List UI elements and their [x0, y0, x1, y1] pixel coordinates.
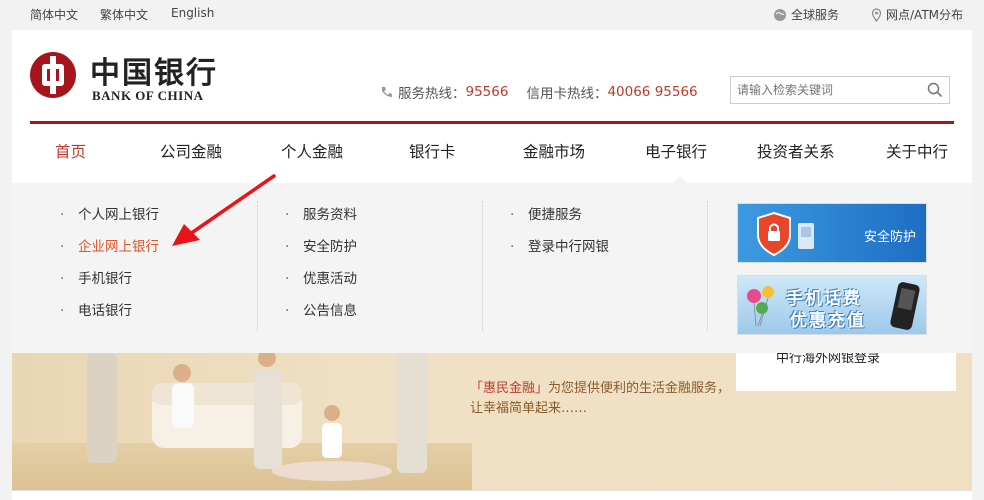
- e-banking-dropdown: 个人网上银行 企业网上银行 手机银行 电话银行 服务资料 安全防护 优惠活动 公…: [12, 183, 972, 353]
- globe-icon: [774, 8, 786, 21]
- nav-about-boc[interactable]: 关于中行: [886, 140, 948, 162]
- card-hotline-label: 信用卡热线：: [526, 86, 608, 102]
- nav-investor-relations[interactable]: 投资者关系: [757, 140, 835, 162]
- bank-logo-icon[interactable]: [30, 52, 76, 98]
- link-convenient-services[interactable]: 便捷服务: [510, 203, 609, 235]
- balloons-icon: [747, 286, 774, 327]
- branch-atm-label: 网点/ATM分布: [886, 8, 964, 22]
- nav-home[interactable]: 首页: [55, 140, 86, 162]
- top-bar: 简体中文 繁体中文 English 全球服务 网点/ATM分布: [0, 0, 984, 26]
- link-service-materials[interactable]: 服务资料: [285, 203, 357, 235]
- branch-atm-link[interactable]: 网点/ATM分布: [871, 6, 963, 23]
- global-service-link[interactable]: 全球服务: [773, 6, 839, 23]
- phone-icon: [382, 87, 392, 97]
- bottom-strip: [12, 490, 972, 500]
- lang-traditional-link[interactable]: 繁体中文: [100, 6, 148, 23]
- link-announcements[interactable]: 公告信息: [285, 299, 357, 331]
- security-banner-label: 安全防护: [863, 230, 916, 245]
- link-promotions[interactable]: 优惠活动: [285, 267, 357, 299]
- hero-slogan-rest: 为您提供便利的生活金融服务，: [548, 381, 731, 396]
- hero-slogan-highlight: 「惠民金融」: [470, 381, 549, 396]
- link-phone-banking[interactable]: 电话银行: [60, 299, 159, 331]
- family-illustration: [87, 353, 427, 481]
- security-banner[interactable]: 安全防护: [737, 203, 927, 263]
- link-login-online-banking[interactable]: 登录中行网银: [510, 235, 609, 267]
- service-hotline-label: 服务热线：: [398, 86, 466, 102]
- overseas-login-link[interactable]: 中行海外网银登录: [776, 353, 880, 366]
- site-header: 中国银行 BANK OF CHINA 服务热线： 95566 信用卡热线： 40…: [12, 30, 972, 183]
- mobile-phone-icon: [890, 282, 920, 330]
- hero-slogan-line1: 「惠民金融」为您提供便利的生活金融服务，: [470, 377, 730, 396]
- nav-corporate-finance[interactable]: 公司金融: [160, 140, 222, 162]
- link-corporate-online-banking[interactable]: 企业网上银行: [60, 235, 159, 267]
- nav-personal-finance[interactable]: 个人金融: [281, 140, 343, 162]
- nav-bank-card[interactable]: 银行卡: [409, 140, 456, 162]
- link-security-protection[interactable]: 安全防护: [285, 235, 357, 267]
- column-divider: [257, 201, 258, 331]
- overseas-login-box[interactable]: 中行海外网银登录: [736, 353, 956, 391]
- nav-financial-markets[interactable]: 金融市场: [523, 140, 585, 162]
- phone-banner-line2: 优惠充值: [790, 311, 866, 331]
- column-divider: [482, 201, 483, 331]
- global-service-label: 全球服务: [791, 8, 840, 22]
- lang-english-link[interactable]: English: [171, 6, 214, 20]
- location-pin-icon: [871, 7, 882, 22]
- dropdown-column-3: 便捷服务 登录中行网银: [510, 203, 609, 267]
- header-divider: [30, 121, 954, 124]
- shield-lock-icon: [757, 211, 814, 257]
- nav-e-banking[interactable]: 电子银行: [645, 140, 707, 162]
- nav-active-caret: [673, 176, 687, 183]
- search-input[interactable]: [737, 81, 917, 99]
- service-hotline-number: 95566: [465, 84, 509, 100]
- lang-simplified-link[interactable]: 简体中文: [30, 6, 78, 23]
- dropdown-column-2: 服务资料 安全防护 优惠活动 公告信息: [285, 203, 357, 331]
- logo-chinese-text: 中国银行: [90, 56, 218, 91]
- phone-recharge-banner[interactable]: 手机话费 优惠充值: [737, 275, 927, 335]
- link-personal-online-banking[interactable]: 个人网上银行: [60, 203, 159, 235]
- hero-slogan-line2: 让幸福简单起来……: [470, 401, 588, 416]
- search-icon[interactable]: [927, 82, 943, 98]
- main-nav: 首页 公司金融 个人金融 银行卡 金融市场 电子银行 投资者关系 关于中行: [12, 136, 972, 183]
- hero-banner[interactable]: 「惠民金融」为您提供便利的生活金融服务， 让幸福简单起来…… 中行海外网银登录: [12, 353, 972, 490]
- card-hotline-number: 40066 95566: [607, 84, 698, 100]
- hotline-info: 服务热线： 95566 信用卡热线： 40066 95566: [380, 82, 716, 102]
- logo-english-text: BANK OF CHINA: [92, 88, 204, 103]
- search-box: [730, 76, 950, 104]
- link-mobile-banking[interactable]: 手机银行: [60, 267, 159, 299]
- column-divider: [707, 201, 708, 331]
- dropdown-column-1: 个人网上银行 企业网上银行 手机银行 电话银行: [60, 203, 159, 331]
